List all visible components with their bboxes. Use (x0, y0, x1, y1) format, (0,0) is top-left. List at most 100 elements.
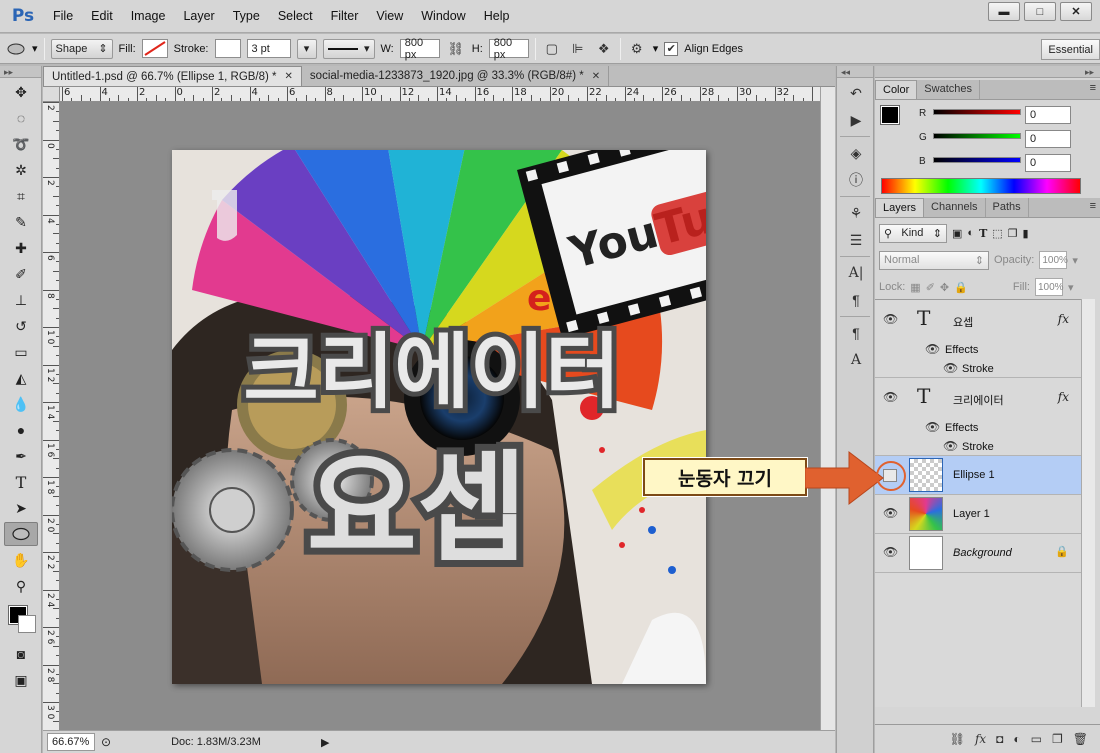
close-icon[interactable]: ✕ (285, 71, 293, 82)
chevron-down-icon[interactable]: ▾ (653, 42, 659, 55)
filter-toggle-icon[interactable]: ▮ (1023, 227, 1029, 240)
layer-row-creator[interactable]: 👁 T 크리에이터 fx 👁 Effects 👁 Stroke (875, 378, 1081, 456)
dodge-tool-icon[interactable]: ● (4, 418, 38, 442)
share-icon[interactable]: ⊙ (101, 735, 111, 749)
eye-icon[interactable]: 👁 (943, 439, 958, 453)
status-menu-arrow-icon[interactable]: ▶ (321, 736, 329, 749)
lock-all-icon[interactable]: 🔒 (954, 281, 968, 294)
stroke-width-dropdown[interactable]: ▾ (296, 38, 317, 59)
fill-field[interactable]: 100% (1034, 278, 1064, 296)
foreground-color-swatch[interactable] (880, 105, 900, 125)
paragraph-panel-icon[interactable]: ¶ (841, 288, 871, 312)
chevron-down-icon[interactable]: ▾ (1068, 281, 1074, 294)
adjustment-layer-icon[interactable]: ◐ (1013, 732, 1020, 746)
blue-value[interactable]: 0 (1025, 154, 1071, 172)
eye-icon[interactable]: 👁 (925, 342, 940, 356)
panel-menu-icon[interactable]: ≡ (1090, 82, 1096, 94)
menu-layer[interactable]: Layer (174, 0, 223, 33)
background-color-swatch[interactable] (18, 615, 36, 633)
fill-swatch[interactable] (141, 39, 168, 58)
canvas-area[interactable]: YouTu e 크리에이터 요셉 (60, 102, 820, 730)
ruler-origin[interactable] (43, 87, 60, 102)
doc-tab-social-media[interactable]: social-media-1233873_1920.jpg @ 33.3% (R… (302, 66, 610, 86)
chevron-down-icon[interactable]: ▾ (1072, 254, 1078, 267)
menu-edit[interactable]: Edit (82, 0, 122, 33)
adjustments-panel-icon[interactable]: ☰ (841, 228, 871, 252)
3d-panel-icon[interactable]: ◈ (841, 141, 871, 165)
trash-icon[interactable]: 🗑 (1073, 732, 1088, 746)
maximize-button[interactable]: □ (1024, 2, 1056, 21)
color-spectrum[interactable] (881, 178, 1081, 194)
quick-mask-icon[interactable]: ◙ (4, 642, 38, 666)
path-arrangement-icon[interactable]: ❖ (594, 39, 614, 59)
close-icon[interactable]: ✕ (592, 71, 600, 82)
layers-scrollbar[interactable] (1081, 299, 1095, 707)
zoom-tool-icon[interactable]: ⚲ (4, 574, 38, 598)
menu-select[interactable]: Select (269, 0, 322, 33)
minimize-button[interactable]: ▬ (988, 2, 1020, 21)
close-button[interactable]: ✕ (1060, 2, 1092, 21)
shape-mode-select[interactable]: Shape ⇕ (50, 38, 113, 59)
layer-name[interactable]: 크리에이터 (953, 392, 1004, 408)
align-edges-checkbox[interactable]: ✔ (664, 41, 679, 56)
lock-position-icon[interactable]: ✥ (940, 281, 949, 294)
link-layers-icon[interactable]: ⛓ (950, 732, 965, 746)
add-mask-icon[interactable]: ◘ (996, 732, 1003, 746)
eye-icon[interactable]: 👁 (925, 420, 940, 434)
panel-menu-icon[interactable]: ≡ (1090, 200, 1096, 212)
crop-tool-icon[interactable]: ⌗ (4, 184, 38, 208)
filter-shape-icon[interactable]: ⬚ (992, 227, 1002, 240)
menu-help[interactable]: Help (475, 0, 519, 33)
brush-presets-panel-icon[interactable]: ⚘ (841, 201, 871, 225)
stroke-type-select[interactable]: ▾ (322, 38, 375, 59)
history-panel-icon[interactable]: ↶ (841, 81, 871, 105)
lock-pixels-icon[interactable]: ✐ (926, 281, 935, 294)
doc-tab-untitled[interactable]: Untitled-1.psd @ 66.7% (Ellipse 1, RGB/8… (43, 66, 302, 86)
type-tool-icon[interactable]: T (4, 470, 38, 494)
eyedropper-tool-icon[interactable]: ✎ (4, 210, 38, 234)
panel-grip[interactable]: ▸▸ (875, 66, 1100, 78)
filter-adjustment-icon[interactable]: ◐ (967, 227, 974, 239)
panel-grip[interactable]: ▸▸ (0, 66, 41, 78)
green-slider[interactable] (933, 133, 1021, 139)
eye-icon[interactable]: 👁 (883, 545, 898, 559)
layer-name[interactable]: Background (953, 547, 1012, 559)
document-canvas[interactable]: YouTu e 크리에이터 요셉 (172, 150, 706, 684)
new-group-icon[interactable]: ▭ (1031, 732, 1042, 746)
height-field[interactable]: 800 px (488, 37, 529, 61)
new-layer-icon[interactable]: ❐ (1052, 732, 1063, 746)
stroke-width-field[interactable]: 3 pt (246, 39, 291, 58)
green-value[interactable]: 0 (1025, 130, 1071, 148)
doc-size[interactable]: Doc: 1.83M/3.23M (171, 736, 261, 748)
layer-name[interactable]: 요셉 (953, 314, 973, 330)
character-styles-panel-icon[interactable]: A (841, 348, 871, 372)
filter-smart-object-icon[interactable]: ❐ (1008, 227, 1018, 240)
paint-bucket-tool-icon[interactable]: ◭ (4, 366, 38, 390)
menu-view[interactable]: View (367, 0, 412, 33)
brush-tool-icon[interactable]: ✐ (4, 262, 38, 286)
move-tool-icon[interactable]: ✥ (4, 80, 38, 104)
chevron-down-icon[interactable]: ▾ (32, 42, 38, 55)
magic-wand-tool-icon[interactable]: ✲ (4, 158, 38, 182)
marquee-tool-icon[interactable]: ◌ (4, 106, 38, 130)
layer-name[interactable]: Layer 1 (953, 508, 990, 520)
workspace-switcher[interactable]: Essential (1041, 39, 1100, 60)
add-layer-style-icon[interactable]: fx (975, 732, 986, 746)
link-icon[interactable]: ⛓ (446, 39, 466, 59)
tab-channels[interactable]: Channels (924, 198, 986, 217)
zoom-field[interactable]: 66.67% (47, 733, 95, 751)
path-selection-tool-icon[interactable]: ➤ (4, 496, 38, 520)
layer-row-layer1[interactable]: 👁 Layer 1 (875, 495, 1081, 534)
gear-icon[interactable]: ⚙ (627, 39, 647, 59)
fx-icon[interactable]: fx (1058, 390, 1069, 404)
menu-window[interactable]: Window (412, 0, 474, 33)
path-operations-icon[interactable]: ▢ (542, 39, 562, 59)
filter-pixel-icon[interactable]: ▣ (952, 227, 962, 240)
ellipse-tool-icon[interactable] (4, 522, 38, 546)
tab-swatches[interactable]: Swatches (917, 80, 980, 99)
eye-icon[interactable]: 👁 (883, 506, 898, 520)
menu-image[interactable]: Image (122, 0, 175, 33)
history-brush-tool-icon[interactable]: ↺ (4, 314, 38, 338)
layer-kind-select[interactable]: ⚲ Kind ⇕ (879, 223, 947, 243)
blur-tool-icon[interactable]: 💧 (4, 392, 38, 416)
